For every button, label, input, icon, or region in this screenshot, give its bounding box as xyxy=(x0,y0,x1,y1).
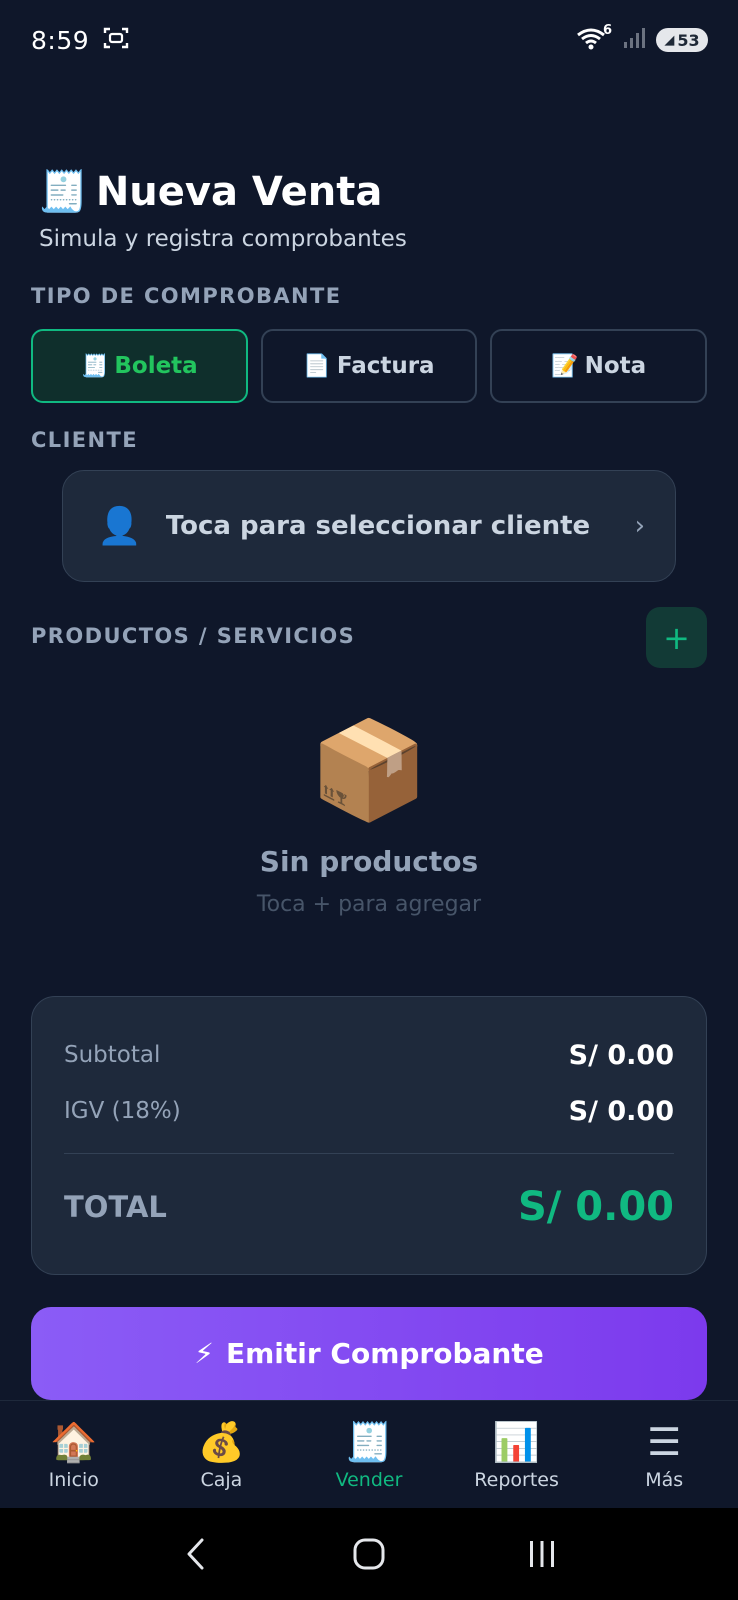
nav-item-caja[interactable]: 💰 Caja xyxy=(148,1401,296,1508)
receipt-icon: 🧾 xyxy=(38,169,88,215)
page-title-text: Nueva Venta xyxy=(95,168,383,215)
lightning-icon: ⚡ xyxy=(194,1337,214,1370)
section-label-cliente: CLIENTE xyxy=(31,428,138,452)
back-button[interactable] xyxy=(166,1524,226,1584)
nav-label: Reportes xyxy=(474,1468,559,1491)
chevron-right-icon: › xyxy=(634,511,645,541)
emit-comprobante-button[interactable]: ⚡ Emitir Comprobante xyxy=(31,1307,707,1400)
client-placeholder: Toca para seleccionar cliente xyxy=(165,511,591,541)
subtotal-label: Subtotal xyxy=(64,1042,161,1068)
signal-icon xyxy=(622,26,646,54)
type-button-factura[interactable]: 📄 Factura xyxy=(260,329,478,403)
add-product-button[interactable]: + xyxy=(646,607,707,668)
home-icon: 🏠 xyxy=(50,1419,98,1464)
type-label: Boleta xyxy=(114,353,198,379)
receipt-icon: 🧾 xyxy=(80,353,109,379)
section-label-productos: PRODUCTOS / SERVICIOS xyxy=(31,624,356,648)
package-icon: 📦 xyxy=(309,714,429,826)
recents-icon xyxy=(529,1541,554,1567)
subtotal-value: S/ 0.00 xyxy=(568,1039,674,1071)
nav-item-mas[interactable]: ☰ Más xyxy=(590,1401,738,1508)
total-value: S/ 0.00 xyxy=(517,1184,674,1230)
receipt-icon: 🧾 xyxy=(345,1419,393,1464)
totals-card: Subtotal S/ 0.00 IGV (18%) S/ 0.00 TOTAL… xyxy=(31,996,707,1275)
home-circle-icon xyxy=(353,1538,385,1570)
page-title: 🧾 Nueva Venta xyxy=(38,168,383,216)
nav-item-inicio[interactable]: 🏠 Inicio xyxy=(0,1401,148,1508)
empty-title: Sin productos xyxy=(259,845,479,878)
type-button-nota[interactable]: 📝 Nota xyxy=(490,329,708,403)
client-selector[interactable]: 👤 Toca para seleccionar cliente › xyxy=(62,470,676,582)
type-label: Nota xyxy=(584,353,647,379)
products-empty-state: 📦 Sin productos Toca + para agregar xyxy=(0,715,738,917)
nav-label: Inicio xyxy=(48,1468,99,1491)
memo-icon: 📝 xyxy=(551,353,579,379)
nav-label: Más xyxy=(645,1468,684,1491)
type-button-boleta[interactable]: 🧾 Boleta xyxy=(31,329,248,403)
igv-label: IGV (18%) xyxy=(64,1098,181,1124)
user-icon: 👤 xyxy=(97,506,142,547)
back-icon xyxy=(187,1538,204,1570)
page-subtitle: Simula y registra comprobantes xyxy=(39,226,407,252)
comprobante-type-selector: 🧾 Boleta 📄 Factura 📝 Nota xyxy=(31,329,708,403)
total-row: TOTAL S/ 0.00 xyxy=(64,1170,674,1244)
menu-icon: ☰ xyxy=(647,1419,682,1464)
totals-divider xyxy=(64,1153,674,1154)
nav-item-reportes[interactable]: 📊 Reportes xyxy=(443,1401,591,1508)
emit-button-label: Emitir Comprobante xyxy=(225,1337,544,1370)
status-bar: 8:59 6 ◢ 53 xyxy=(0,0,738,80)
screen: 8:59 6 ◢ 53 🧾 Nueva Venta Simula y regis… xyxy=(0,0,738,1600)
battery-indicator: ◢ 53 xyxy=(656,28,708,52)
screenshot-icon xyxy=(103,26,129,54)
plus-icon: + xyxy=(663,618,690,657)
nav-label: Vender xyxy=(335,1468,403,1491)
status-right: 6 ◢ 53 xyxy=(576,23,708,54)
status-time: 8:59 xyxy=(31,25,90,55)
nav-label: Caja xyxy=(200,1468,243,1491)
nav-item-vender[interactable]: 🧾 Vender xyxy=(295,1401,443,1508)
document-icon: 📄 xyxy=(303,353,331,379)
type-label: Factura xyxy=(336,353,435,379)
igv-row: IGV (18%) S/ 0.00 xyxy=(64,1083,674,1139)
bar-chart-icon: 📊 xyxy=(492,1419,541,1464)
battery-saver-icon: ◢ xyxy=(664,32,675,48)
bottom-nav: 🏠 Inicio 💰 Caja 🧾 Vender 📊 Reportes ☰ Má… xyxy=(0,1400,738,1508)
wifi-icon: 6 xyxy=(576,23,612,53)
status-left: 8:59 xyxy=(31,26,129,55)
empty-hint: Toca + para agregar xyxy=(256,892,482,917)
battery-level: 53 xyxy=(677,30,700,50)
wifi-badge: 6 xyxy=(602,23,612,38)
system-nav-bar xyxy=(0,1508,738,1600)
recents-button[interactable] xyxy=(512,1524,572,1584)
section-label-comprobante: TIPO DE COMPROBANTE xyxy=(31,284,342,308)
subtotal-row: Subtotal S/ 0.00 xyxy=(64,1027,674,1083)
home-button[interactable] xyxy=(339,1524,399,1584)
igv-value: S/ 0.00 xyxy=(568,1095,674,1127)
total-label: TOTAL xyxy=(64,1190,167,1224)
money-bag-icon: 💰 xyxy=(197,1419,246,1464)
